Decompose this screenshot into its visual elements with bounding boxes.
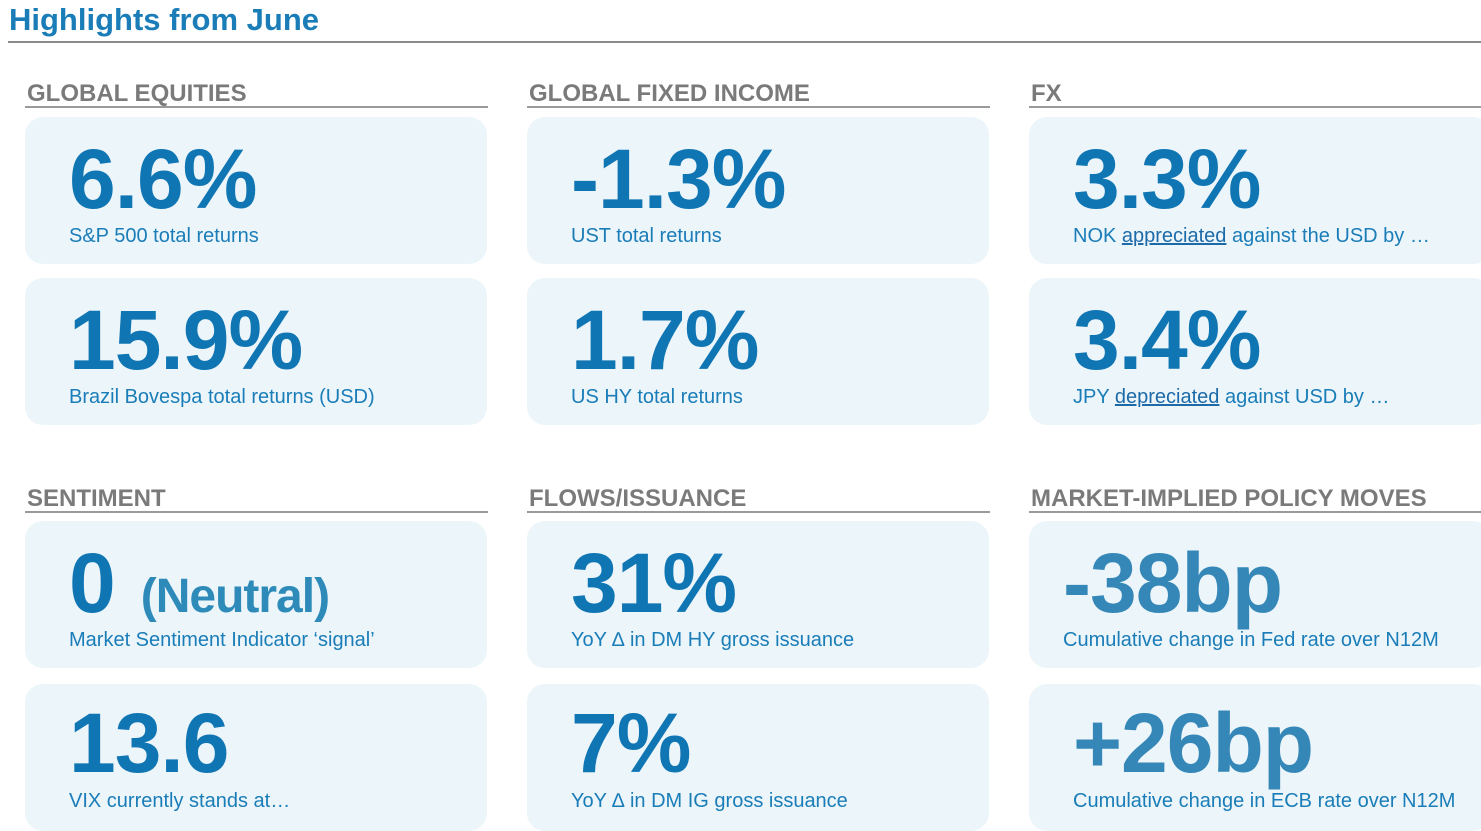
caption-suffix: against USD by … (1219, 386, 1390, 408)
section-divider (527, 511, 990, 513)
caption-suffix: against the USD by … (1226, 225, 1430, 247)
metric-card-nok: 3.3% NOK appreciated against the USD by … (1029, 117, 1481, 264)
page-title: Highlights from June (9, 2, 319, 37)
caption-prefix: JPY (1073, 386, 1115, 408)
section-divider (1029, 511, 1481, 513)
metric-card-vix: 13.6 VIX currently stands at… (25, 684, 487, 831)
metric-value: -38bp (1063, 536, 1283, 630)
metric-caption: JPY depreciated against USD by … (1073, 385, 1389, 409)
metric-value: +26bp (1073, 696, 1314, 790)
metric-caption: US HY total returns (571, 386, 743, 408)
section-label-global-equities: GLOBAL EQUITIES (27, 80, 247, 107)
caption-prefix: NOK (1073, 225, 1122, 247)
metric-value: 15.9% (69, 293, 303, 387)
metric-caption: YoY ∆ in DM IG gross issuance (571, 790, 848, 812)
section-divider (25, 106, 488, 108)
section-label-global-fixed-income: GLOBAL FIXED INCOME (529, 80, 810, 107)
metric-card-dm-hy-issuance: 31% YoY ∆ in DM HY gross issuance (527, 521, 989, 668)
section-divider (1029, 106, 1481, 108)
title-divider (8, 41, 1481, 43)
metric-value: -1.3% (571, 132, 786, 226)
metric-card-fed-rate: -38bp Cumulative change in Fed rate over… (1029, 521, 1481, 668)
metric-value: 31% (571, 536, 737, 630)
metric-card-ecb-rate: +26bp Cumulative change in ECB rate over… (1029, 684, 1481, 831)
metric-value: 3.3% (1073, 132, 1261, 226)
section-label-flows-issuance: FLOWS/ISSUANCE (529, 485, 747, 512)
metric-card-jpy: 3.4% JPY depreciated against USD by … (1029, 278, 1481, 425)
metric-value: 1.7% (571, 293, 759, 387)
metric-caption: YoY ∆ in DM HY gross issuance (571, 629, 855, 651)
metric-card-bovespa: 15.9% Brazil Bovespa total returns (USD) (25, 278, 487, 425)
metric-value: 13.6 (69, 696, 229, 790)
metric-caption: Cumulative change in Fed rate over N12M (1063, 629, 1439, 651)
metric-number: 0 (69, 536, 116, 630)
metric-value: 7% (571, 696, 691, 790)
section-label-policy-moves: MARKET-IMPLIED POLICY MOVES (1031, 485, 1427, 512)
appreciated-link[interactable]: appreciated (1122, 225, 1227, 247)
metric-card-ust: -1.3% UST total returns (527, 117, 989, 264)
metric-card-sentiment: 0 (Neutral) Market Sentiment Indicator ‘s… (25, 521, 487, 668)
metric-caption: VIX currently stands at… (69, 790, 291, 812)
metric-value: 6.6% (69, 132, 257, 226)
section-divider (527, 106, 990, 108)
metric-card-us-hy: 1.7% US HY total returns (527, 278, 989, 425)
metric-caption: Market Sentiment Indicator ‘signal’ (69, 629, 375, 651)
metric-caption: NOK appreciated against the USD by … (1073, 224, 1430, 248)
metric-card-sp500: 6.6% S&P 500 total returns (25, 117, 487, 264)
section-divider (25, 511, 488, 513)
depreciated-link[interactable]: depreciated (1115, 386, 1220, 408)
neutral-note: (Neutral) (140, 570, 330, 623)
metric-value: 3.4% (1073, 293, 1261, 387)
section-label-sentiment: SENTIMENT (27, 485, 166, 512)
metric-caption: UST total returns (571, 225, 722, 247)
metric-card-dm-ig-issuance: 7% YoY ∆ in DM IG gross issuance (527, 684, 989, 831)
metric-caption: Brazil Bovespa total returns (USD) (69, 386, 375, 408)
metric-caption: S&P 500 total returns (69, 225, 259, 247)
metric-caption: Cumulative change in ECB rate over N12M (1073, 790, 1456, 812)
section-label-fx: FX (1031, 80, 1062, 107)
metric-value: 0 (Neutral) (69, 541, 330, 639)
